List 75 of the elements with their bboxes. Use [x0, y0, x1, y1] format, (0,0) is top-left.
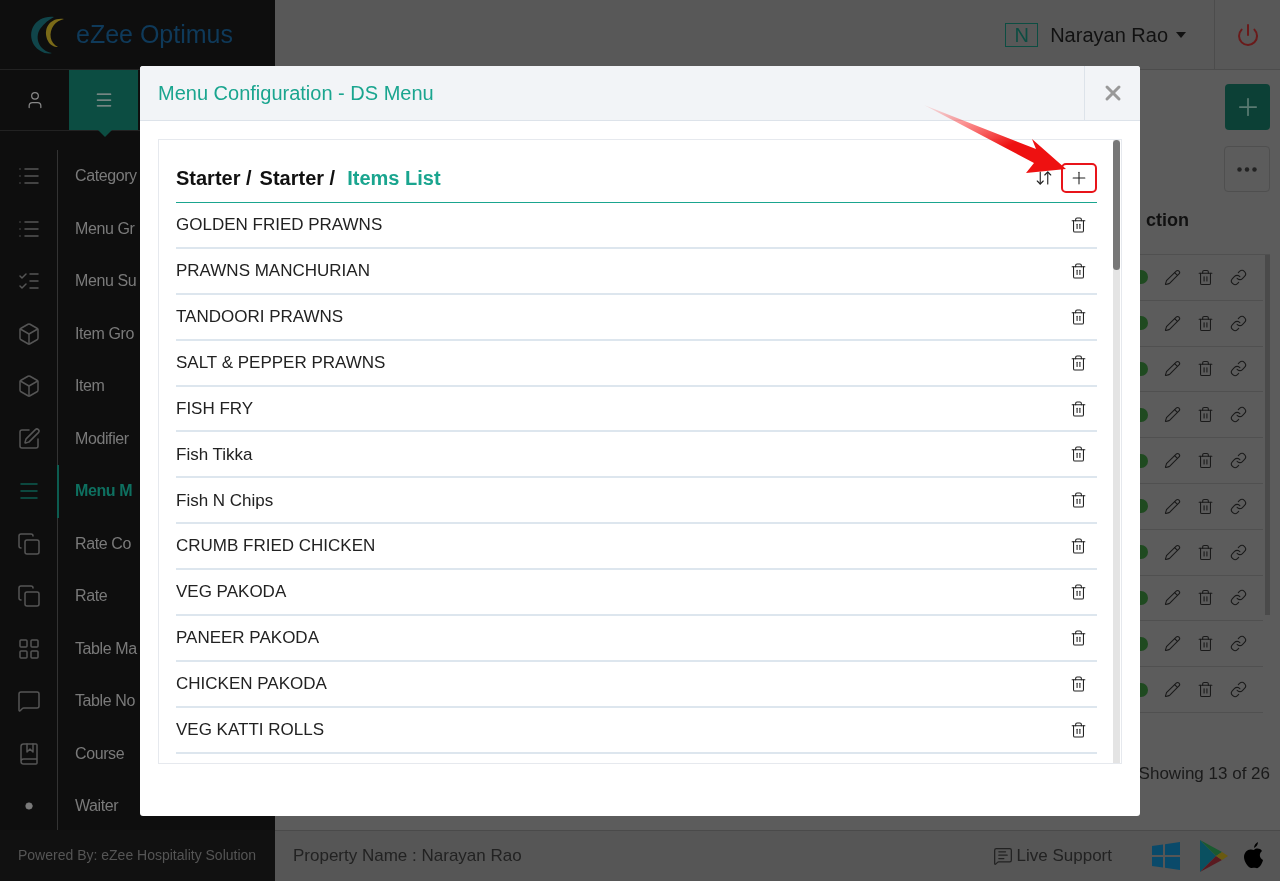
trash-icon[interactable] — [1070, 583, 1087, 602]
link-icon[interactable] — [1230, 360, 1247, 378]
play-store-icon[interactable] — [1200, 840, 1228, 872]
pagination-text: Showing 13 of 26 — [1138, 762, 1270, 785]
trash-icon[interactable] — [1070, 628, 1087, 647]
tab-pointer — [98, 130, 112, 137]
chat-icon — [992, 846, 1013, 866]
trash-icon[interactable] — [1070, 261, 1087, 280]
item-name: Fish N Chips — [176, 489, 275, 512]
link-icon[interactable] — [1230, 314, 1247, 332]
trash-icon[interactable] — [1070, 674, 1087, 693]
power-icon — [1235, 22, 1260, 47]
modal-title: Menu Configuration - DS Menu — [157, 81, 435, 106]
trash-icon[interactable] — [1070, 537, 1087, 556]
copy-icon — [16, 531, 41, 556]
breadcrumb-item: Items List — [347, 166, 441, 191]
link-icon[interactable] — [1230, 681, 1247, 699]
item-name: TANDOORI PRAWNS — [176, 305, 345, 328]
more-button[interactable] — [1224, 146, 1270, 192]
item-name: Fish Tikka — [176, 443, 254, 466]
item-name: SALT & PEPPER PRAWNS — [176, 351, 387, 374]
trash-icon[interactable] — [1070, 399, 1087, 418]
trash-icon[interactable] — [1070, 445, 1087, 464]
add-button[interactable] — [1225, 84, 1270, 130]
edit-icon[interactable] — [1164, 543, 1181, 561]
more-icon — [1237, 166, 1257, 172]
add-item-button[interactable] — [1061, 163, 1097, 193]
caret-icon — [1176, 31, 1186, 38]
item-name: GOLDEN FRIED PRAWNS — [176, 214, 384, 237]
breadcrumb-item[interactable]: Starter / — [259, 163, 336, 193]
edit-icon[interactable] — [1164, 406, 1181, 424]
grid-icon — [16, 636, 41, 661]
edit-icon[interactable] — [1164, 681, 1181, 699]
item-name: CRUMB FRIED CHICKEN — [176, 535, 377, 558]
link-icon[interactable] — [1230, 406, 1247, 424]
sidebar-item[interactable]: Waiter — [0, 780, 275, 830]
box-icon — [16, 321, 41, 346]
edit-icon — [16, 426, 41, 451]
edit-icon[interactable] — [1164, 497, 1181, 515]
link-icon[interactable] — [1230, 589, 1247, 607]
edit-icon[interactable] — [1164, 268, 1181, 286]
avatar: N — [1005, 22, 1039, 47]
item-name: VEG PAKODA — [176, 581, 288, 604]
trash-icon[interactable] — [1070, 215, 1087, 234]
sort-icon[interactable] — [1035, 169, 1053, 187]
link-icon[interactable] — [1230, 635, 1247, 653]
edit-icon[interactable] — [1164, 635, 1181, 653]
item-name: PANEER PAKODA — [176, 627, 320, 650]
edit-icon[interactable] — [1164, 360, 1181, 378]
box-icon — [16, 374, 41, 399]
copy-icon — [16, 584, 41, 609]
link-icon[interactable] — [1230, 497, 1247, 515]
item-name: VEG KATTI ROLLS — [176, 719, 325, 741]
scrollbar-thumb[interactable] — [1113, 140, 1120, 270]
logo-text: eZee Optimus — [76, 18, 233, 50]
edit-icon[interactable] — [1164, 589, 1181, 607]
chat-icon — [16, 689, 41, 714]
item-name: FISH FRY — [176, 397, 255, 420]
dot-icon — [24, 802, 33, 811]
edit-icon[interactable] — [1164, 314, 1181, 332]
edit-icon[interactable] — [1164, 452, 1181, 470]
trash-icon[interactable] — [1070, 353, 1087, 372]
item-name: PRAWNS MANCHURIAN — [176, 260, 371, 283]
user-menu[interactable]: Narayan Rao — [1050, 19, 1186, 50]
breadcrumb-item[interactable]: Starter / — [176, 163, 252, 193]
powered-by-text: Powered By: eZee Hospitality Solution — [18, 846, 257, 865]
trash-icon[interactable] — [1070, 720, 1087, 739]
link-icon[interactable] — [1230, 543, 1247, 561]
trash-icon[interactable] — [1070, 491, 1087, 510]
item-name: CHICKEN PAKODA — [176, 673, 328, 696]
link-icon[interactable] — [1230, 268, 1247, 286]
trash-icon[interactable] — [1070, 307, 1087, 326]
column-header: ction — [1145, 209, 1190, 232]
apple-icon[interactable] — [1242, 842, 1266, 870]
link-icon[interactable] — [1230, 452, 1247, 470]
